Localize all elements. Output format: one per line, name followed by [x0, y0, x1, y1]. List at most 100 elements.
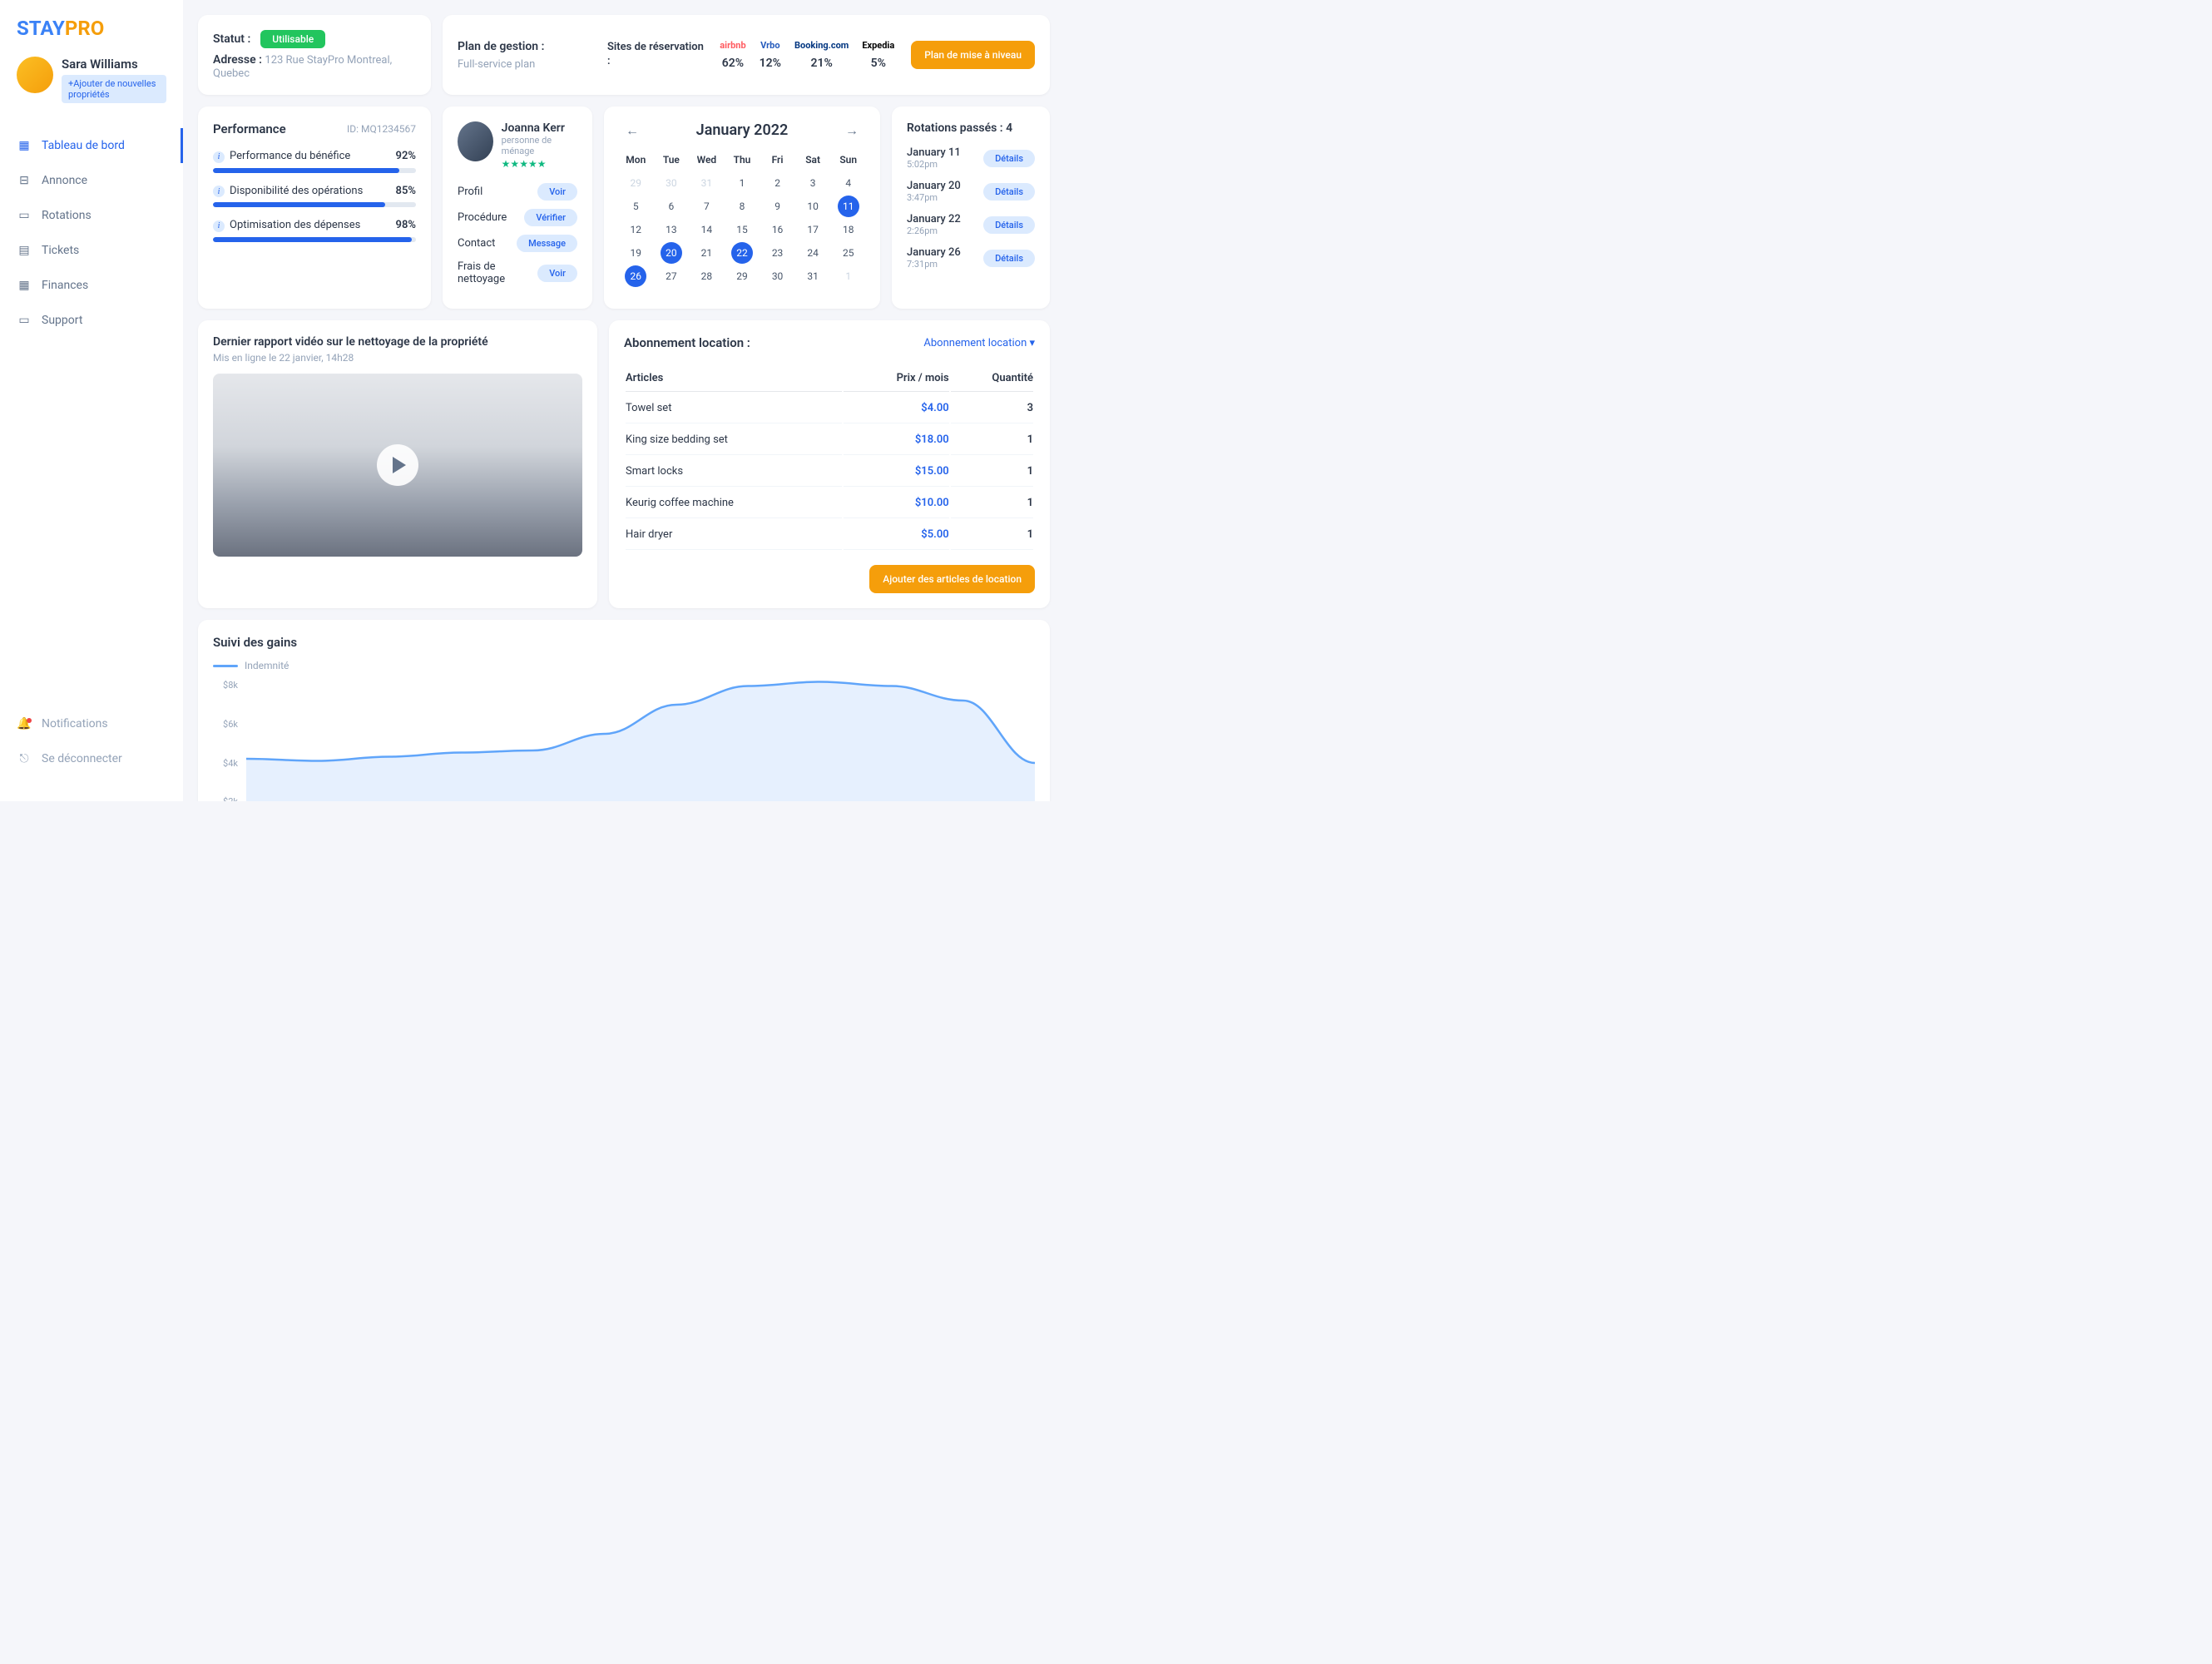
calendar-day[interactable]: 15 — [725, 219, 760, 240]
housekeeper-action-row: Frais de nettoyage Voir — [458, 260, 577, 285]
calendar-day[interactable]: 31 — [690, 172, 724, 194]
nav-dashboard[interactable]: ▦Tableau de bord — [0, 128, 183, 163]
video-report-card: Dernier rapport vidéo sur le nettoyage d… — [198, 320, 597, 608]
calendar-day[interactable]: 6 — [655, 196, 689, 217]
sites-label: Sites de réservation : — [607, 41, 706, 69]
calendar-day[interactable]: 18 — [831, 219, 865, 240]
video-thumbnail[interactable] — [213, 374, 582, 557]
progress-bar — [213, 168, 416, 173]
calendar-day[interactable]: 14 — [690, 219, 724, 240]
nav-support[interactable]: ▭Support — [0, 303, 183, 338]
calendar-day[interactable]: 24 — [796, 242, 830, 264]
action-label: Profil — [458, 186, 482, 198]
site-pct: 21% — [794, 57, 849, 70]
user-name: Sara Williams — [62, 57, 166, 72]
calendar-day[interactable]: 29 — [725, 265, 760, 287]
calendar-day[interactable]: 10 — [796, 196, 830, 217]
action-label: Procédure — [458, 211, 507, 224]
calendar-day[interactable]: 30 — [655, 172, 689, 194]
calendar-day[interactable]: 16 — [760, 219, 794, 240]
table-row: Smart locks $15.00 1 — [626, 457, 1033, 487]
rotation-details-button[interactable]: Détails — [983, 250, 1035, 267]
rotation-details-button[interactable]: Détails — [983, 150, 1035, 167]
calendar-day[interactable]: 30 — [760, 265, 794, 287]
info-icon[interactable]: i — [213, 151, 225, 163]
subscription-card: Abonnement location : Abonnement locatio… — [609, 320, 1050, 608]
subscription-title: Abonnement location : — [624, 335, 750, 350]
metric-label: iOptimisation des dépenses — [213, 219, 360, 232]
action-button[interactable]: Voir — [537, 183, 577, 201]
subscription-table: Articles Prix / mois Quantité Towel set … — [624, 364, 1035, 552]
nav-logout[interactable]: ⎋Se déconnecter — [0, 741, 183, 776]
calendar-day[interactable]: 22 — [731, 242, 753, 264]
calendar-day[interactable]: 19 — [619, 242, 653, 264]
nav-label: Finances — [42, 279, 88, 292]
info-icon[interactable]: i — [213, 186, 225, 197]
housekeeper-action-row: Profil Voir — [458, 183, 577, 201]
calendar-day[interactable]: 1 — [725, 172, 760, 194]
action-button[interactable]: Vérifier — [524, 209, 577, 226]
nav-rotations[interactable]: ▭Rotations — [0, 198, 183, 233]
site-vrbo: Vrbo12% — [760, 40, 781, 70]
calendar-day[interactable]: 8 — [725, 196, 760, 217]
calendar-day[interactable]: 12 — [619, 219, 653, 240]
housekeeper-role: personne de ménage — [502, 135, 577, 156]
calendar-day[interactable]: 11 — [838, 196, 859, 217]
calendar-day[interactable]: 29 — [619, 172, 653, 194]
rotation-date: January 20 — [907, 180, 961, 192]
play-button[interactable] — [377, 444, 418, 486]
calendar-day[interactable]: 20 — [661, 242, 682, 264]
item-name: Towel set — [626, 394, 842, 423]
nav-label: Tableau de bord — [42, 139, 125, 152]
rotation-details-button[interactable]: Détails — [983, 183, 1035, 201]
subscription-dropdown[interactable]: Abonnement location ▾ — [923, 337, 1035, 349]
metric-value: 92% — [396, 150, 416, 162]
calendar-day[interactable]: 28 — [690, 265, 724, 287]
rotation-date: January 22 — [907, 213, 961, 225]
calendar-day[interactable]: 9 — [760, 196, 794, 217]
action-button[interactable]: Voir — [537, 265, 577, 282]
add-property-button[interactable]: +Ajouter de nouvelles propriétés — [62, 75, 166, 103]
calendar-day[interactable]: 4 — [831, 172, 865, 194]
housekeeper-action-row: Procédure Vérifier — [458, 209, 577, 226]
legend-line-icon — [213, 665, 238, 667]
add-rental-items-button[interactable]: Ajouter des articles de location — [869, 565, 1035, 593]
calendar-day[interactable]: 17 — [796, 219, 830, 240]
nav-tickets[interactable]: ▤Tickets — [0, 233, 183, 268]
calendar-prev-button[interactable]: ← — [619, 122, 646, 139]
calendar-day[interactable]: 7 — [690, 196, 724, 217]
rotation-item: January 267:31pm Détails — [907, 246, 1035, 270]
calendar-day[interactable]: 27 — [655, 265, 689, 287]
calendar-day[interactable]: 23 — [760, 242, 794, 264]
main-nav: ▦Tableau de bord ⊟Annonce ▭Rotations ▤Ti… — [0, 120, 183, 706]
booking-logo: Booking.com — [794, 40, 849, 53]
calendar-dow: Tue — [655, 149, 689, 171]
y-tick: $6k — [213, 719, 238, 730]
status-label: Statut : — [213, 32, 250, 46]
calendar-day[interactable]: 2 — [760, 172, 794, 194]
table-row: King size bedding set $18.00 1 — [626, 425, 1033, 455]
calendar-day[interactable]: 13 — [655, 219, 689, 240]
calendar-day[interactable]: 25 — [831, 242, 865, 264]
calendar-day[interactable]: 21 — [690, 242, 724, 264]
nav-annonce[interactable]: ⊟Annonce — [0, 163, 183, 198]
table-row: Towel set $4.00 3 — [626, 394, 1033, 423]
calendar-day[interactable]: 3 — [796, 172, 830, 194]
action-button[interactable]: Message — [517, 235, 577, 252]
nav-finances[interactable]: ▦Finances — [0, 268, 183, 303]
user-avatar[interactable] — [17, 57, 53, 93]
info-icon[interactable]: i — [213, 220, 225, 232]
calendar-day[interactable]: 1 — [831, 265, 865, 287]
logo: STAYPRO — [0, 17, 183, 57]
upgrade-plan-button[interactable]: Plan de mise à niveau — [911, 41, 1035, 69]
notification-dot — [27, 718, 32, 723]
nav-notifications[interactable]: 🔔Notifications — [0, 706, 183, 741]
performance-card: Performance ID: MQ1234567 iPerformance d… — [198, 106, 431, 309]
calendar-next-button[interactable]: → — [839, 122, 865, 139]
chart-area-fill — [246, 682, 1035, 802]
calendar-day[interactable]: 5 — [619, 196, 653, 217]
calendar-day[interactable]: 31 — [796, 265, 830, 287]
calendar-dow: Mon — [619, 149, 653, 171]
rotation-details-button[interactable]: Détails — [983, 216, 1035, 234]
calendar-day[interactable]: 26 — [625, 265, 646, 287]
